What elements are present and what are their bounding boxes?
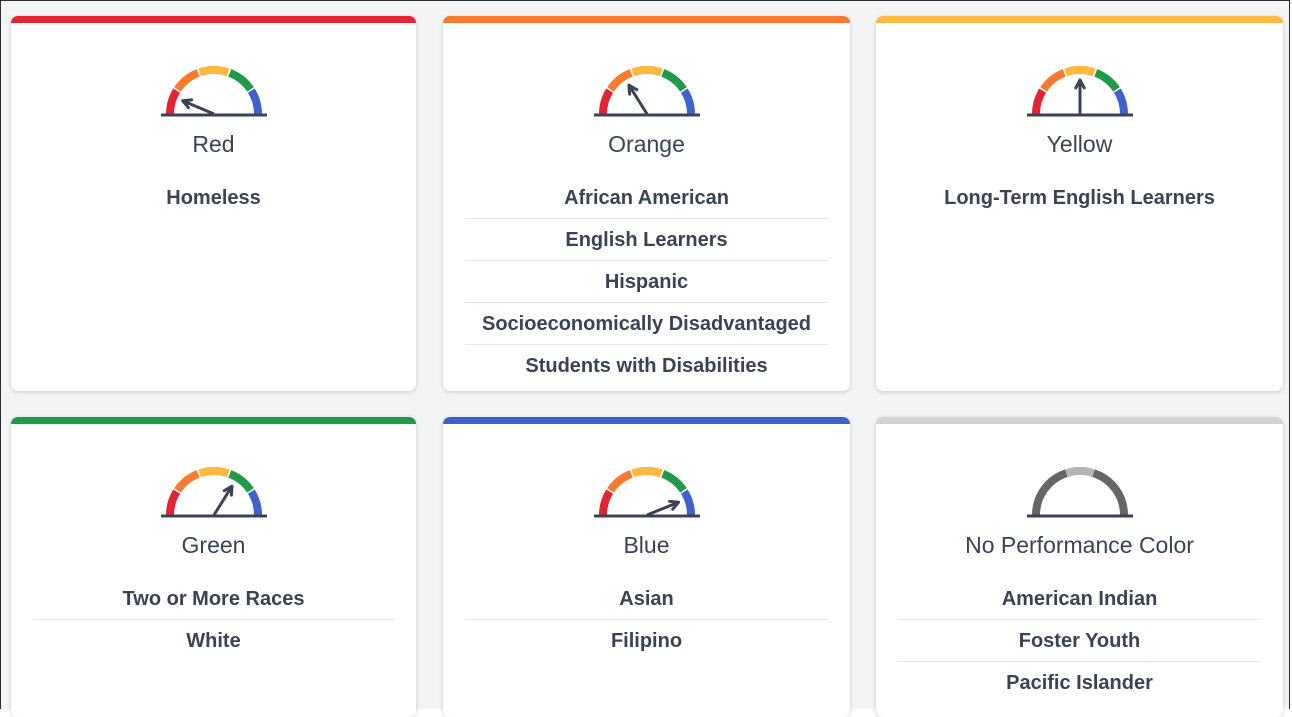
gauge-segment (173, 470, 200, 493)
orange-gauge-icon (593, 66, 700, 117)
student-group-list: Asian Filipino (465, 578, 828, 661)
gauge-segment (165, 88, 180, 115)
list-item: Two or More Races (122, 588, 305, 610)
card-title: Orange (608, 131, 685, 157)
gauge-segment (1091, 469, 1119, 492)
green-gauge-icon (160, 467, 267, 518)
list-item: Homeless (166, 187, 261, 209)
gauge-segment (197, 66, 230, 77)
gauge-segment (606, 470, 633, 493)
gauge-segment (197, 467, 230, 478)
card-blue: Blue Asian Filipino (443, 417, 850, 717)
list-item: Foster Youth (898, 619, 1261, 661)
gauge-segment (1111, 486, 1128, 516)
gauge-segment (660, 470, 687, 493)
gauge-segment (165, 489, 180, 516)
list-item: African American (564, 187, 729, 209)
gauge-segment (173, 69, 200, 92)
card-top-bar (443, 417, 850, 424)
card-top-bar (876, 417, 1283, 424)
card-top-bar (11, 16, 416, 23)
list-item: Socioeconomically Disadvantaged (465, 302, 828, 344)
card-top-bar (11, 417, 416, 424)
list-item: Filipino (465, 619, 828, 661)
card-red: Red Homeless (11, 16, 416, 391)
gauge-segment (227, 69, 254, 92)
list-item: Pacific Islander (898, 661, 1261, 703)
list-item: English Learners (465, 218, 828, 260)
gauge-segment (1031, 88, 1046, 115)
gauge-segment (598, 489, 613, 516)
gauge-segment (247, 489, 262, 516)
gauge-segment (1093, 69, 1120, 92)
student-group-list: Homeless (33, 177, 394, 218)
gauge-segment (630, 66, 663, 77)
card-title: Green (181, 532, 246, 558)
yellow-gauge-icon (1026, 66, 1133, 117)
student-group-list: African American English Learners Hispan… (465, 177, 828, 386)
gauge-segment (1063, 66, 1096, 77)
card-no-performance-color: No Performance Color American Indian Fos… (876, 417, 1283, 717)
card-top-bar (443, 16, 850, 23)
card-top-bar (876, 16, 1283, 23)
blue-gauge-icon (593, 467, 700, 518)
gauge-segment (1064, 467, 1095, 478)
gauge-segment (680, 489, 695, 516)
card-orange: Orange African American English Learners… (443, 16, 850, 391)
list-item: Long-Term English Learners (944, 187, 1215, 209)
red-gauge-icon (160, 66, 267, 117)
gauge-segment (247, 88, 262, 115)
card-yellow: Yellow Long-Term English Learners (876, 16, 1283, 391)
list-item: American Indian (1001, 588, 1158, 610)
list-item: White (33, 619, 394, 661)
card-title: Blue (623, 532, 670, 558)
gauge-segment (630, 467, 663, 478)
list-item: Students with Disabilities (465, 344, 828, 386)
no-color-gauge-icon (1026, 467, 1133, 518)
student-group-list: Long-Term English Learners (898, 177, 1261, 218)
performance-color-panel: Red Homeless Orange African American Eng… (0, 0, 1290, 717)
gauge-segment (598, 88, 613, 115)
list-item: Hispanic (465, 260, 828, 302)
gauge-segment (680, 88, 695, 115)
card-title: No Performance Color (965, 532, 1194, 558)
gauge-segment (1031, 486, 1048, 516)
gauge-segment (1113, 88, 1128, 115)
card-title: Yellow (1046, 131, 1113, 157)
gauge-segment (660, 69, 687, 92)
gauge-segment (1040, 469, 1068, 492)
student-group-list: Two or More Races White (33, 578, 394, 661)
card-title: Red (192, 131, 235, 157)
student-group-list: American Indian Foster Youth Pacific Isl… (898, 578, 1261, 703)
list-item: Asian (619, 588, 674, 610)
gauge-segment (1039, 69, 1066, 92)
card-green: Green Two or More Races White (11, 417, 416, 717)
